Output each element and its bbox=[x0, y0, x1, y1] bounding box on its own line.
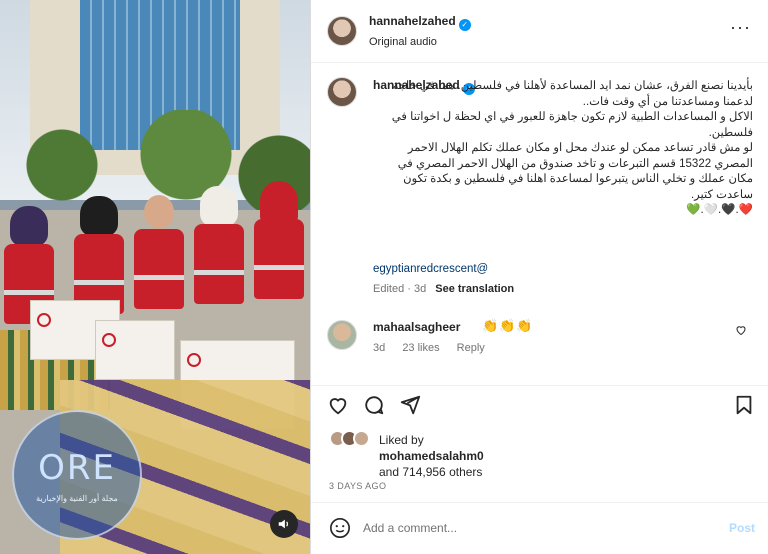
comment-item: mahaalsagheer 👏👏👏 3d 23 likes Reply bbox=[327, 318, 757, 363]
volunteer-figure bbox=[190, 186, 248, 330]
see-translation-link[interactable]: See translation bbox=[435, 283, 514, 295]
watermark-title: ORE bbox=[38, 447, 116, 488]
caption-text: بأيدينا نصنع الفرق، عشان نمد ايد المساعد… bbox=[391, 80, 753, 216]
post-date[interactable]: 3 DAYS AGO bbox=[329, 481, 386, 491]
commenter-avatar[interactable] bbox=[327, 320, 357, 350]
author-avatar[interactable] bbox=[327, 16, 357, 46]
comment-input[interactable] bbox=[363, 517, 703, 539]
comment-icon[interactable] bbox=[363, 394, 385, 416]
mention-link[interactable]: egyptianredcrescent@ bbox=[373, 263, 488, 275]
save-icon[interactable] bbox=[733, 394, 755, 416]
reply-button[interactable]: Reply bbox=[457, 342, 485, 354]
post-comment-button[interactable]: Post bbox=[729, 521, 755, 535]
heart-icon[interactable] bbox=[327, 394, 349, 416]
liker-username[interactable]: mohamedsalahm0 bbox=[379, 449, 484, 463]
author-info: hannahelzahed ✓ Original audio bbox=[369, 14, 471, 48]
share-icon[interactable] bbox=[399, 394, 421, 416]
audio-label[interactable]: Original audio bbox=[369, 36, 471, 48]
smile-icon[interactable] bbox=[329, 517, 351, 539]
likes-and-others[interactable]: and 714,956 others bbox=[379, 465, 482, 479]
sound-icon bbox=[278, 519, 289, 529]
more-icon[interactable]: ··· bbox=[730, 18, 751, 36]
edited-label: Edited · 3d bbox=[373, 283, 427, 295]
post-panel: hannahelzahed ✓ Original audio ··· hannah… bbox=[310, 0, 768, 554]
sound-toggle-button[interactable] bbox=[270, 510, 298, 538]
comment-meta: 3d 23 likes Reply bbox=[373, 342, 499, 354]
donation-box bbox=[95, 320, 175, 380]
comment-likes[interactable]: 23 likes bbox=[402, 342, 439, 354]
volunteer-figure bbox=[250, 181, 308, 325]
post-header: hannahelzahed ✓ Original audio ··· bbox=[311, 0, 768, 63]
commenter-username[interactable]: mahaalsagheer bbox=[373, 320, 460, 334]
likes-count[interactable]: and 714,956 others bbox=[379, 465, 482, 479]
verified-icon: ✓ bbox=[458, 19, 471, 31]
liked-by-label: Liked by bbox=[379, 433, 424, 447]
comment-heart-icon[interactable] bbox=[735, 324, 747, 336]
volunteer-figure bbox=[130, 195, 188, 335]
author-username[interactable]: hannahelzahed bbox=[369, 14, 456, 28]
likes-section: Liked by mohamedsalahm0 and 714,956 othe… bbox=[329, 430, 749, 480]
caption-meta: Edited · 3d See translation bbox=[373, 283, 514, 295]
comment-text: 👏👏👏 bbox=[482, 318, 534, 333]
likes-text: Liked by mohamedsalahm0 and 714,956 othe… bbox=[379, 432, 484, 480]
watermark-subtitle: مجلة أور الفنية والإخبارية bbox=[36, 493, 118, 503]
liker-avatars bbox=[329, 430, 379, 448]
comment-age: 3d bbox=[373, 342, 386, 354]
add-comment-bar: Post bbox=[311, 502, 768, 554]
caption-author-avatar[interactable] bbox=[327, 77, 357, 107]
watermark-logo: ORE مجلة أور الفنية والإخبارية bbox=[12, 410, 142, 540]
caption-area: hannahelzahed ✓ بأيدينا نصنع الفرق، عشان … bbox=[311, 63, 768, 383]
post-media[interactable]: ORE مجلة أور الفنية والإخبارية bbox=[0, 0, 310, 554]
liker-avatar bbox=[353, 430, 370, 447]
action-bar bbox=[311, 385, 768, 425]
